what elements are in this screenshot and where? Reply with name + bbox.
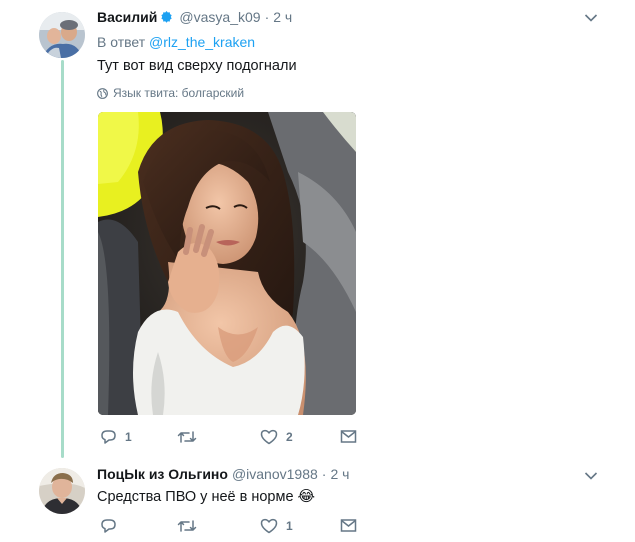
author-handle[interactable]: @ivanov1988: [232, 466, 318, 482]
retweet-button[interactable]: [177, 518, 205, 534]
avatar[interactable]: [39, 468, 85, 514]
like-button[interactable]: 2: [260, 429, 293, 445]
tweet-text: Тут вот вид сверху подогнали: [97, 58, 297, 74]
translate-label: Язык твита: болгарский: [113, 86, 245, 100]
reply-button[interactable]: [100, 518, 125, 534]
heart-icon: [260, 429, 278, 445]
tweet-header: Василий @vasya_k09 · 2 ч: [97, 9, 292, 25]
tweet-actions: 1 2: [97, 429, 367, 449]
direct-message-button[interactable]: [340, 518, 357, 533]
timestamp[interactable]: 2 ч: [330, 466, 349, 482]
like-count: 1: [286, 519, 293, 533]
translate-link[interactable]: Язык твита: болгарский: [97, 86, 244, 100]
reply-mention-link[interactable]: @rlz_the_kraken: [149, 34, 255, 50]
timestamp[interactable]: 2 ч: [273, 9, 292, 25]
heart-icon: [260, 518, 278, 534]
author-name[interactable]: Василий: [97, 9, 157, 25]
verified-badge-icon: [161, 11, 173, 23]
reply-prefix: В ответ: [97, 34, 146, 50]
like-button[interactable]: 1: [260, 518, 293, 534]
reply-button[interactable]: 1: [100, 429, 132, 445]
reply-icon: [101, 430, 116, 444]
direct-message-button[interactable]: [340, 429, 357, 444]
retweet-button[interactable]: [177, 429, 205, 445]
avatar[interactable]: [39, 12, 85, 58]
thread-connector-line: [61, 60, 64, 458]
chevron-down-icon[interactable]: [584, 13, 598, 23]
laughing-emoji: 😂: [297, 488, 316, 505]
tweet-header: ПоцЫк из Ольгино @ivanov1988 · 2 ч: [97, 466, 349, 482]
tweet-text: Средства ПВО у неё в норме: [97, 489, 294, 505]
like-count: 2: [286, 430, 293, 444]
tweet-thread: Василий @vasya_k09 · 2 ч В ответ @rlz_th…: [0, 0, 635, 542]
envelope-icon: [340, 430, 357, 443]
tweet-text-container: Средства ПВО у неё в норме 😂: [97, 487, 315, 505]
tweet-actions: 1: [97, 518, 367, 538]
separator-dot: ·: [264, 9, 270, 25]
reply-count: 1: [125, 430, 132, 444]
author-name[interactable]: ПоцЫк из Ольгино: [97, 466, 228, 482]
globe-icon: [97, 87, 108, 99]
envelope-icon: [340, 519, 357, 532]
tweet-photo[interactable]: [98, 112, 356, 415]
author-handle[interactable]: @vasya_k09: [179, 9, 260, 25]
retweet-icon: [177, 431, 197, 443]
retweet-icon: [177, 520, 197, 532]
reply-icon: [101, 519, 116, 533]
separator-dot: ·: [321, 466, 327, 482]
reply-context: В ответ @rlz_the_kraken: [97, 34, 255, 50]
chevron-down-icon[interactable]: [584, 471, 598, 481]
